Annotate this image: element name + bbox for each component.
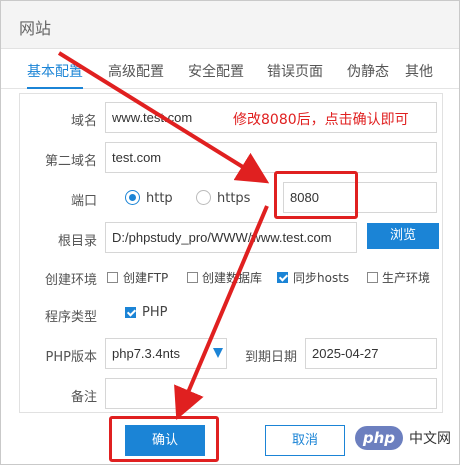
http-option-label: http	[146, 191, 173, 206]
watermark-text: 中文网	[409, 431, 451, 447]
tab-advanced-config[interactable]: 高级配置	[108, 61, 164, 81]
second-domain-label: 第二域名	[44, 154, 97, 169]
production-env-label: 生产环境	[382, 271, 431, 285]
watermark: php 中文网	[354, 424, 451, 452]
production-env-checkbox[interactable]	[367, 272, 378, 283]
port-highlight-box	[274, 171, 358, 219]
env-label: 创建环境	[44, 273, 97, 288]
confirm-button[interactable]: 确认	[125, 425, 205, 456]
sync-hosts-checkbox[interactable]	[277, 272, 288, 283]
annotation-text: 修改8080后，点击确认即可	[233, 112, 409, 128]
second-domain-input[interactable]: test.com	[105, 142, 437, 173]
remark-input[interactable]	[105, 378, 437, 409]
sync-hosts-label: 同步hosts	[293, 271, 350, 285]
dialog-title: 网站	[19, 19, 52, 38]
browse-button[interactable]: 浏览	[367, 223, 439, 249]
program-type-label: 程序类型	[44, 310, 97, 325]
root-dir-label: 根目录	[57, 234, 97, 249]
php-logo-badge: php	[354, 426, 403, 450]
cancel-button[interactable]: 取消	[265, 425, 345, 456]
expire-date-input[interactable]: 2025-04-27	[305, 338, 437, 369]
remark-label: 备注	[70, 390, 97, 405]
domain-label: 域名	[70, 114, 97, 129]
php-version-label: PHP版本	[45, 350, 97, 365]
tab-basic-config[interactable]: 基本配置	[27, 61, 83, 89]
tab-error-pages[interactable]: 错误页面	[267, 61, 323, 81]
site-dialog: 网站 基本配置 高级配置 安全配置 错误页面 伪静态 其他 域名 www.tes…	[0, 0, 460, 465]
expire-date-label: 到期日期	[244, 350, 297, 365]
php-checkbox[interactable]	[125, 307, 136, 318]
php-option-label: PHP	[142, 305, 168, 320]
create-database-checkbox[interactable]	[187, 272, 198, 283]
create-ftp-checkbox[interactable]	[107, 272, 118, 283]
https-option-label: https	[217, 191, 251, 206]
tab-rewrite[interactable]: 伪静态	[347, 61, 389, 81]
create-ftp-label: 创建FTP	[123, 271, 169, 285]
root-dir-input[interactable]: D:/phpstudy_pro/WWW/www.test.com	[105, 222, 357, 253]
create-database-label: 创建数据库	[202, 271, 263, 285]
dialog-titlebar: 网站	[1, 1, 459, 49]
port-label: 端口	[70, 194, 97, 209]
tab-bar: 基本配置 高级配置 安全配置 错误页面 伪静态 其他	[1, 49, 459, 89]
tab-other[interactable]: 其他	[405, 61, 433, 81]
tab-security-config[interactable]: 安全配置	[188, 61, 244, 81]
https-radio[interactable]	[196, 190, 211, 205]
php-version-select[interactable]: php7.3.4nts	[105, 338, 227, 369]
http-radio[interactable]	[125, 190, 140, 205]
